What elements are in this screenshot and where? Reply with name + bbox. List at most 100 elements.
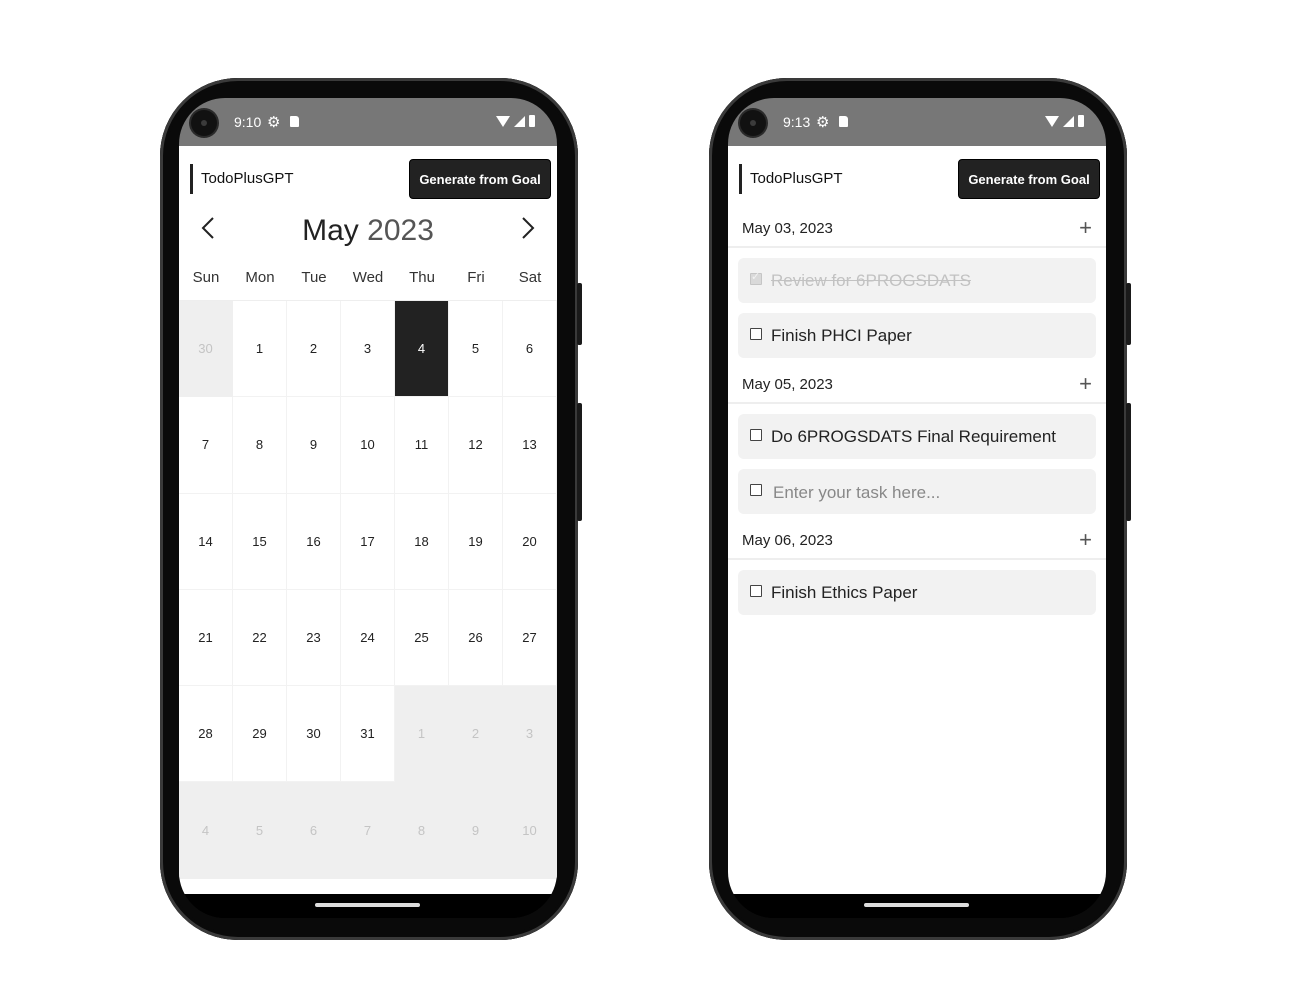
- side-button: [1126, 403, 1131, 521]
- calendar-day[interactable]: 17: [341, 493, 395, 590]
- home-indicator[interactable]: [315, 903, 420, 907]
- calendar-day[interactable]: 28: [179, 686, 233, 783]
- status-bar: 9:10 ⚙: [179, 98, 557, 146]
- date-section: May 06, 2023 + Finish Ethics Paper: [728, 524, 1106, 615]
- plus-icon[interactable]: +: [1079, 527, 1092, 553]
- system-icons: [496, 115, 535, 127]
- home-indicator[interactable]: [864, 903, 969, 907]
- checkbox-icon[interactable]: [750, 429, 762, 441]
- battery-icon: [1078, 115, 1084, 127]
- calendar-day[interactable]: 29: [233, 686, 287, 783]
- side-button: [577, 283, 582, 345]
- calendar-day[interactable]: 19: [449, 493, 503, 590]
- checkbox-icon[interactable]: [750, 328, 762, 340]
- task-text: Finish PHCI Paper: [771, 326, 912, 345]
- calendar-day[interactable]: 14: [179, 493, 233, 590]
- task-text: Do 6PROGSDATS Final Requirement: [771, 427, 1057, 446]
- calendar-day[interactable]: 2: [287, 301, 341, 398]
- calendar-day[interactable]: 10: [341, 397, 395, 494]
- calendar-day[interactable]: 7: [341, 782, 395, 879]
- gear-icon: ⚙: [267, 114, 281, 131]
- calendar-grid: 30 1 2 3 4 5 6 7 8 9 10 11 12 13 14 15 16 17 18 19 20 21 22 23 2…: [179, 300, 557, 879]
- calendar-day[interactable]: 4: [179, 782, 233, 879]
- calendar-day[interactable]: 23: [287, 589, 341, 687]
- calendar-day[interactable]: 5: [233, 782, 287, 879]
- calendar-day[interactable]: 2: [449, 686, 503, 783]
- weekday-label: Mon: [245, 269, 275, 286]
- calendar-day[interactable]: 7: [179, 397, 233, 494]
- calendar-day[interactable]: 22: [233, 589, 287, 687]
- generate-from-goal-button[interactable]: Generate from Goal: [409, 159, 551, 199]
- checkbox-icon[interactable]: [750, 484, 762, 496]
- calendar-day[interactable]: 3: [341, 301, 395, 398]
- calendar-day[interactable]: 12: [449, 397, 503, 494]
- task-item[interactable]: Do 6PROGSDATS Final Requirement: [738, 414, 1096, 459]
- section-date: May 05, 2023: [742, 376, 833, 393]
- year: 2023: [367, 214, 434, 247]
- calendar-day[interactable]: 10: [503, 782, 557, 879]
- calendar-day[interactable]: 26: [449, 589, 503, 687]
- new-task-input[interactable]: [771, 479, 1085, 507]
- calendar-day[interactable]: 1: [233, 301, 287, 398]
- calendar-day[interactable]: 5: [449, 301, 503, 398]
- calendar-day[interactable]: 30: [179, 301, 233, 398]
- calendar-day[interactable]: 11: [395, 397, 449, 494]
- section-header: May 03, 2023 +: [728, 212, 1106, 248]
- calendar-day[interactable]: 25: [395, 589, 449, 687]
- calendar-day[interactable]: 24: [341, 589, 395, 687]
- calendar-day[interactable]: 8: [395, 782, 449, 879]
- status-time: 9:13: [783, 114, 811, 130]
- section-date: May 03, 2023: [742, 220, 833, 237]
- calendar-day[interactable]: 15: [233, 493, 287, 590]
- gear-icon: ⚙: [816, 114, 830, 131]
- plus-icon[interactable]: +: [1079, 215, 1092, 241]
- weekday-label: Fri: [467, 269, 485, 286]
- calendar-day[interactable]: 27: [503, 589, 557, 687]
- calendar-day[interactable]: 6: [503, 301, 557, 398]
- weekday-label: Wed: [352, 269, 384, 286]
- calendar-day[interactable]: 30: [287, 686, 341, 783]
- calendar-day[interactable]: 13: [503, 397, 557, 494]
- calendar-day[interactable]: 8: [233, 397, 287, 494]
- section-header: May 05, 2023 +: [728, 368, 1106, 404]
- checkbox-icon[interactable]: [750, 585, 762, 597]
- app-bar: TodoPlusGPT Generate from Goal: [179, 146, 557, 212]
- calendar-day[interactable]: 6: [287, 782, 341, 879]
- calendar-day[interactable]: 16: [287, 493, 341, 590]
- new-task-item[interactable]: [738, 469, 1096, 514]
- calendar-day[interactable]: 31: [341, 686, 395, 783]
- calendar-screen: TodoPlusGPT Generate from Goal May 2023 …: [179, 146, 557, 894]
- task-list-screen: TodoPlusGPT Generate from Goal May 03, 2…: [728, 146, 1106, 894]
- calendar-day[interactable]: 20: [503, 493, 557, 590]
- task-item[interactable]: Finish Ethics Paper: [738, 570, 1096, 615]
- status-bar: 9:13 ⚙: [728, 98, 1106, 146]
- month-name: May: [302, 214, 359, 247]
- weekday-header: Sun Mon Tue Wed Thu Fri Sat: [179, 256, 557, 300]
- calendar-day[interactable]: 1: [395, 686, 449, 783]
- generate-from-goal-button[interactable]: Generate from Goal: [958, 159, 1100, 199]
- phone-calendar: 9:10 ⚙ TodoPlusGPT Generate from Goal Ma…: [160, 78, 582, 940]
- checkbox-icon[interactable]: [750, 270, 762, 285]
- wifi-icon: [1045, 115, 1059, 127]
- sd-card-icon: [839, 116, 848, 127]
- screen: 9:10 ⚙ TodoPlusGPT Generate from Goal Ma…: [179, 98, 557, 918]
- calendar-day[interactable]: 9: [449, 782, 503, 879]
- signal-icon: [514, 115, 525, 127]
- app-bar: TodoPlusGPT Generate from Goal: [728, 146, 1106, 212]
- plus-icon[interactable]: +: [1079, 371, 1092, 397]
- weekday-label: Tue: [301, 269, 327, 286]
- calendar-day-selected[interactable]: 4: [395, 301, 449, 398]
- chevron-right-icon[interactable]: [521, 216, 535, 247]
- app-title: TodoPlusGPT: [739, 164, 843, 194]
- task-item[interactable]: Finish PHCI Paper: [738, 313, 1096, 358]
- calendar-day[interactable]: 3: [503, 686, 557, 783]
- navigation-bar: [728, 894, 1106, 918]
- navigation-bar: [179, 894, 557, 918]
- calendar-day[interactable]: 18: [395, 493, 449, 590]
- task-item[interactable]: Review for 6PROGSDATS: [738, 258, 1096, 303]
- month-title: May 2023: [179, 214, 557, 248]
- weekday-label: Sun: [192, 269, 220, 286]
- calendar-day[interactable]: 21: [179, 589, 233, 687]
- date-section: May 05, 2023 + Do 6PROGSDATS Final Requi…: [728, 368, 1106, 514]
- calendar-day[interactable]: 9: [287, 397, 341, 494]
